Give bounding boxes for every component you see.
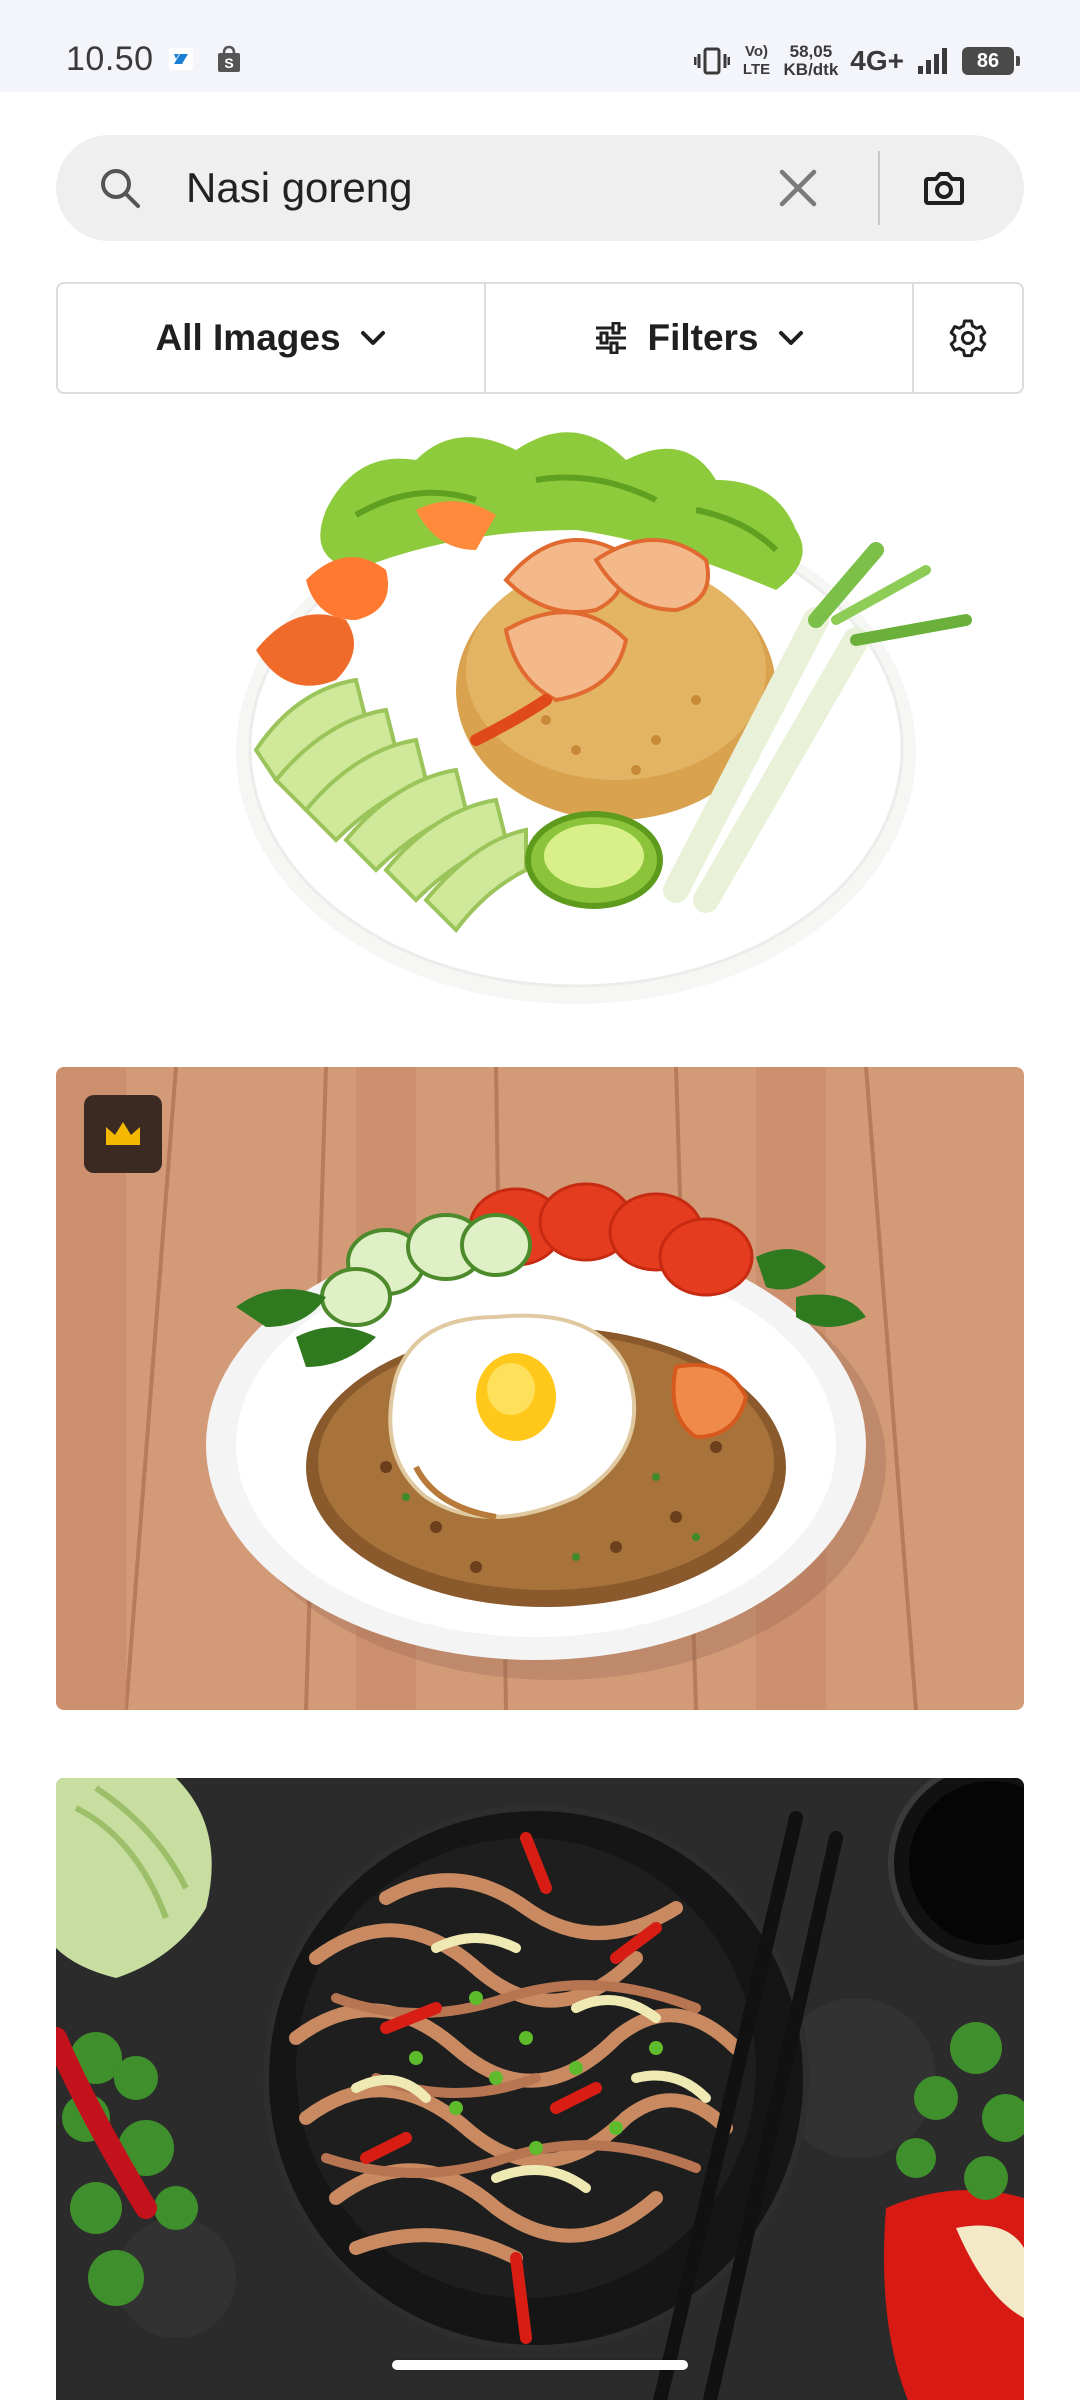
visual-search-button[interactable]: [916, 160, 972, 216]
vibrate-icon: [693, 47, 730, 75]
image-result[interactable]: [56, 1067, 1024, 1710]
search-input[interactable]: [186, 157, 806, 219]
signal-icon: [918, 48, 947, 74]
gear-icon: [949, 319, 987, 358]
status-bar: 10.50 S Vo) LTE 58,05 KB/dtk 4G+ 86: [0, 0, 1080, 92]
search-divider: [878, 151, 880, 225]
svg-text:S: S: [224, 55, 233, 71]
home-indicator[interactable]: [392, 2360, 688, 2370]
filters-dropdown[interactable]: Filters: [486, 284, 914, 392]
chevron-down-icon: [360, 331, 385, 345]
network-speed: 58,05 KB/dtk: [784, 43, 839, 79]
premium-badge: [84, 1095, 162, 1173]
all-images-dropdown[interactable]: All Images: [58, 284, 486, 392]
search-bar[interactable]: [56, 135, 1024, 241]
status-time: 10.50: [66, 40, 154, 78]
speed-unit: KB/dtk: [783, 60, 839, 79]
chevron-down-icon: [778, 331, 803, 345]
speed-value: 58,05: [789, 42, 833, 61]
image-result[interactable]: [56, 420, 1024, 1010]
filters-label: Filters: [647, 317, 759, 358]
crown-icon: [106, 1122, 140, 1145]
food-photo: [56, 1778, 1024, 2400]
camera-icon: [924, 172, 964, 205]
food-photo: [56, 1067, 1024, 1710]
network-type: 4G+: [850, 45, 904, 76]
shopping-bag-icon: S: [218, 45, 240, 72]
sliders-icon: [596, 322, 627, 354]
all-images-label: All Images: [155, 317, 341, 358]
image-result[interactable]: [56, 1778, 1024, 2400]
close-icon: [779, 169, 817, 207]
filter-row: All Images Filters: [56, 282, 1024, 394]
search-icon: [101, 169, 140, 208]
battery-indicator: 86: [962, 47, 1020, 75]
food-photo: [56, 420, 1024, 1010]
clear-search-button[interactable]: [772, 162, 824, 214]
settings-button[interactable]: [914, 284, 1022, 392]
volte-label: Vo) LTE: [742, 43, 771, 78]
status-icons: Vo) LTE 58,05 KB/dtk 4G+ 86: [693, 36, 1020, 86]
browser-app-icon: [169, 48, 193, 70]
